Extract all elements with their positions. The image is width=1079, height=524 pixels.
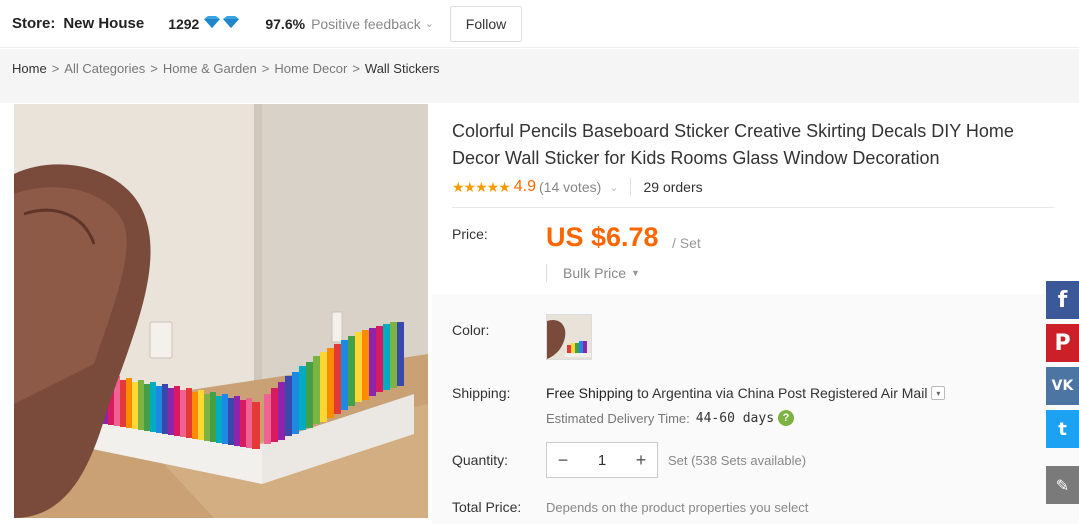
delivery-estimate: Estimated Delivery Time: 44-60 days ? bbox=[546, 410, 795, 426]
breadcrumb-all-categories[interactable]: All Categories bbox=[64, 61, 145, 76]
rating-row: ★★★★★ 4.9 (14 votes) ⌄ 29 orders bbox=[452, 176, 703, 198]
quantity-increase-button[interactable]: + bbox=[625, 443, 657, 477]
twitter-share-icon[interactable]: t bbox=[1046, 410, 1079, 448]
help-icon[interactable]: ? bbox=[778, 410, 795, 426]
quantity-available: Set (538 Sets available) bbox=[668, 453, 807, 468]
shipping-method[interactable]: Free Shipping to Argentina via China Pos… bbox=[546, 385, 946, 401]
store-bar: Store: New House 1292 97.6% Positive fee… bbox=[0, 0, 1079, 48]
breadcrumb: Home > All Categories > Home & Garden > … bbox=[0, 49, 1079, 87]
free-shipping-text: Free Shipping bbox=[546, 385, 634, 401]
color-swatch[interactable] bbox=[546, 314, 592, 360]
chevron-down-icon[interactable]: ⌄ bbox=[609, 181, 618, 194]
shipping-label: Shipping: bbox=[452, 385, 511, 401]
price-unit: / Set bbox=[672, 235, 701, 251]
breadcrumb-home[interactable]: Home bbox=[12, 61, 47, 76]
chevron-down-icon[interactable]: ⌄ bbox=[425, 17, 434, 30]
separator bbox=[546, 264, 547, 282]
facebook-share-icon[interactable]: f bbox=[1046, 281, 1079, 319]
quantity-stepper: − + bbox=[546, 442, 658, 478]
eta-days: 44-60 days bbox=[695, 410, 775, 426]
pinterest-share-icon[interactable]: P bbox=[1046, 324, 1079, 362]
follow-button[interactable]: Follow bbox=[450, 5, 523, 42]
total-price-value: Depends on the product properties you se… bbox=[546, 500, 809, 515]
price-label: Price: bbox=[452, 226, 488, 242]
feedback-percent: 97.6% bbox=[265, 15, 306, 32]
eta-label: Estimated Delivery Time: bbox=[546, 410, 690, 426]
caret-down-icon[interactable]: ▼ bbox=[631, 268, 640, 278]
separator bbox=[630, 178, 632, 196]
chevron-down-icon[interactable]: ▾ bbox=[931, 386, 946, 400]
breadcrumb-separator: > bbox=[150, 60, 158, 76]
bulk-price-label[interactable]: Bulk Price bbox=[563, 265, 626, 281]
product-image[interactable] bbox=[14, 104, 428, 518]
breadcrumb-separator: > bbox=[261, 60, 270, 76]
options-panel bbox=[432, 294, 1079, 524]
bulk-price-dropdown[interactable]: Bulk Price ▼ bbox=[546, 262, 640, 284]
product-title: Colorful Pencils Baseboard Sticker Creat… bbox=[452, 121, 1014, 168]
shipping-destination: to Argentina via China Post Registered A… bbox=[637, 385, 928, 401]
store-name-link[interactable]: New House bbox=[63, 15, 144, 32]
product-info: Colorful Pencils Baseboard Sticker Creat… bbox=[432, 104, 1079, 524]
store-score: 1292 bbox=[168, 15, 200, 32]
breadcrumb-home-garden[interactable]: Home & Garden bbox=[163, 61, 257, 76]
diamond-icon bbox=[203, 15, 241, 32]
color-label: Color: bbox=[452, 322, 490, 338]
divider bbox=[452, 207, 1054, 208]
breadcrumb-current: Wall Stickers bbox=[364, 60, 440, 76]
quantity-input[interactable] bbox=[579, 451, 625, 469]
price-value: US $6.78 bbox=[546, 222, 659, 252]
total-price-label: Total Price: bbox=[452, 499, 522, 515]
rating-value: 4.9 bbox=[513, 178, 537, 195]
store-label: Store: bbox=[12, 15, 56, 32]
votes-link[interactable]: (14 votes) bbox=[539, 179, 601, 195]
star-rating-icon: ★★★★★ bbox=[452, 178, 511, 195]
vk-share-icon[interactable]: VK bbox=[1046, 367, 1079, 405]
quantity-decrease-button[interactable]: − bbox=[547, 443, 579, 477]
breadcrumb-separator: > bbox=[51, 60, 60, 76]
section-gap bbox=[0, 87, 1079, 103]
edit-icon[interactable]: ✎ bbox=[1046, 466, 1079, 504]
breadcrumb-home-decor[interactable]: Home Decor bbox=[274, 61, 347, 76]
breadcrumb-separator: > bbox=[352, 60, 360, 76]
orders-count: 29 orders bbox=[643, 179, 703, 195]
quantity-label: Quantity: bbox=[452, 452, 509, 468]
feedback-dropdown[interactable]: Positive feedback bbox=[311, 16, 421, 32]
